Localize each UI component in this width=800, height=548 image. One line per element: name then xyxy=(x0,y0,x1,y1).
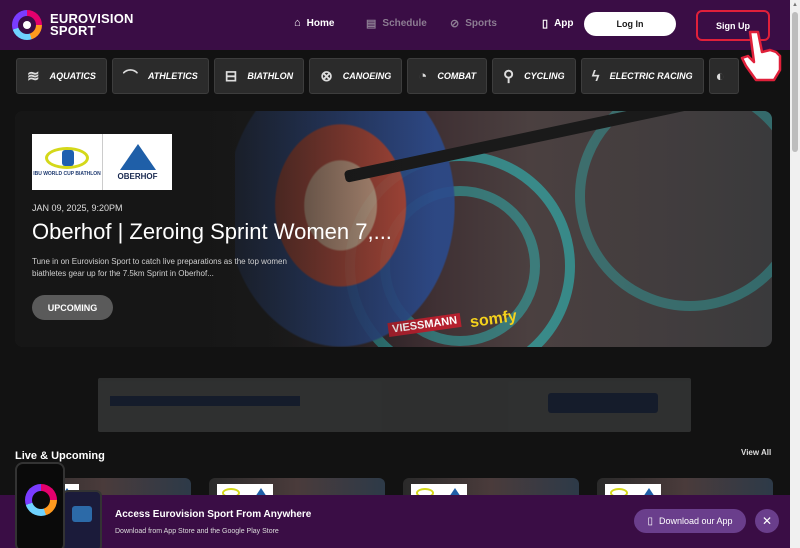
site-header: EUROVISION SPORT ⌂ Home ▤ Schedule ⊘ Spo… xyxy=(0,0,790,50)
glove-icon: ◔ xyxy=(418,67,428,85)
view-all-link[interactable]: View All xyxy=(741,448,771,457)
ad-button[interactable] xyxy=(548,393,658,413)
scrollbar-thumb[interactable] xyxy=(792,12,798,152)
home-icon: ⌂ xyxy=(294,17,301,29)
app-download-banner: Access Eurovision Sport From Anywhere Do… xyxy=(0,495,790,548)
sport-aquatics[interactable]: ≋ AQUATICS xyxy=(16,58,107,94)
world-cup-ring-icon xyxy=(45,147,89,169)
nav-sports-label: Sports xyxy=(465,18,497,29)
sport-label: COMBAT xyxy=(437,71,477,81)
bolt-icon: ϟ xyxy=(591,67,600,85)
ball-icon: ◐ xyxy=(715,67,725,85)
live-upcoming-title: Live & Upcoming xyxy=(15,450,105,462)
oberhof-logo-text: OBERHOF xyxy=(117,171,158,181)
close-banner-button[interactable]: ✕ xyxy=(755,509,779,533)
nav-app-label: App xyxy=(554,18,574,29)
sport-athletics[interactable]: ⌒ ATHLETICS xyxy=(111,58,209,94)
app-banner-subtitle: Download from App Store and the Google P… xyxy=(115,528,279,535)
page-scrollbar[interactable]: ▲ xyxy=(790,0,800,548)
sports-icon: ⊘ xyxy=(450,18,460,30)
calendar-icon: ▤ xyxy=(366,18,377,30)
app-banner-title: Access Eurovision Sport From Anywhere xyxy=(115,509,312,520)
advertisement-banner[interactable] xyxy=(98,378,691,432)
phone-mockup-image xyxy=(15,462,65,548)
sport-label: CYCLING xyxy=(524,71,565,81)
phone-icon: ▯ xyxy=(542,18,549,30)
upcoming-button[interactable]: UPCOMING xyxy=(32,295,113,320)
hero-description: Tune in on Eurovision Sport to catch liv… xyxy=(32,257,287,278)
sport-label: CANOEING xyxy=(342,71,392,81)
canoe-icon: ⊗ xyxy=(320,68,333,85)
world-cup-logo-text: IBU WORLD CUP BIATHLON xyxy=(33,171,101,177)
hero-banner[interactable]: VIESSMANN somfy IBU WORLD CUP BIATHLON O… xyxy=(15,111,772,347)
nav-home-label: Home xyxy=(306,17,335,29)
sport-label: BIATHLON xyxy=(247,71,294,81)
nav-app[interactable]: ▯ App xyxy=(542,17,574,30)
oberhof-mountain-icon xyxy=(119,143,156,170)
bicycle-icon: ⚲ xyxy=(503,68,515,85)
login-button[interactable]: Log In xyxy=(584,12,676,36)
pointer-hand-icon xyxy=(740,30,782,82)
rifle-icon: ⊟ xyxy=(224,68,238,85)
hero-date: JAN 09, 2025, 9:20PM xyxy=(32,203,123,213)
sport-combat[interactable]: ◔ COMBAT xyxy=(407,58,488,94)
logo-icon xyxy=(25,484,57,516)
nav-sports[interactable]: ⊘ Sports xyxy=(450,17,497,30)
sport-next-partial[interactable]: ◐ xyxy=(708,58,739,94)
sport-label: ATHLETICS xyxy=(147,71,198,81)
sport-electric-racing[interactable]: ϟ ELECTRIC RACING xyxy=(580,58,704,94)
ibu-world-cup-logo: IBU WORLD CUP BIATHLON xyxy=(32,134,102,190)
sport-canoeing[interactable]: ⊗ CANOEING xyxy=(309,58,403,94)
shoe-icon: ⌒ xyxy=(122,68,138,86)
oberhof-logo: OBERHOF xyxy=(102,134,172,190)
scroll-up-icon[interactable]: ▲ xyxy=(792,2,798,8)
nav-home[interactable]: ⌂ Home xyxy=(294,17,334,29)
nav-schedule[interactable]: ▤ Schedule xyxy=(366,17,427,30)
phone-icon: ▯ xyxy=(647,515,653,527)
sport-cycling[interactable]: ⚲ CYCLING xyxy=(492,58,576,94)
sport-label: AQUATICS xyxy=(49,71,96,81)
download-app-label: Download our App xyxy=(658,516,733,526)
sport-label: ELECTRIC RACING xyxy=(609,71,693,81)
logo-icon xyxy=(12,10,42,40)
ad-headline xyxy=(110,396,300,406)
sport-biathlon[interactable]: ⊟ BIATHLON xyxy=(213,58,305,94)
hero-target-graphic xyxy=(575,111,772,311)
hero-title[interactable]: Oberhof | Zeroing Sprint Women 7,... xyxy=(32,219,392,245)
logo-line2: SPORT xyxy=(50,23,96,38)
eurovision-sport-logo[interactable]: EUROVISION SPORT xyxy=(12,10,134,40)
sports-row: ≋ AQUATICS ⌒ ATHLETICS ⊟ BIATHLON ⊗ CANO… xyxy=(16,58,739,94)
nav-schedule-label: Schedule xyxy=(382,18,427,29)
waves-icon: ≋ xyxy=(27,68,40,85)
download-app-button[interactable]: ▯ Download our App xyxy=(634,509,746,533)
phone-mockup-image-secondary xyxy=(62,490,102,548)
hero-event-logos: IBU WORLD CUP BIATHLON OBERHOF xyxy=(32,134,172,190)
